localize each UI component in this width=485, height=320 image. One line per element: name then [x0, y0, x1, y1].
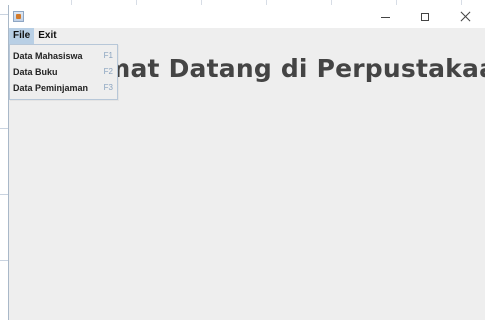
- menu-item-data-buku[interactable]: Data Buku F2: [10, 64, 117, 80]
- title-bar[interactable]: [9, 5, 485, 28]
- menu-item-data-peminjaman[interactable]: Data Peminjaman F3: [10, 80, 117, 96]
- menu-bar: File Exit: [9, 28, 485, 44]
- menu-item-shortcut: F3: [103, 83, 113, 92]
- desktop-background: File Exit Selamat Datang di Perpustakaan…: [0, 0, 485, 320]
- java-app-icon: [13, 11, 24, 22]
- menu-item-shortcut: F1: [103, 51, 113, 60]
- menu-item-label: Data Buku: [13, 67, 58, 77]
- menu-item-label: Data Mahasiswa: [13, 51, 83, 61]
- close-button[interactable]: [445, 5, 485, 28]
- minimize-button[interactable]: [365, 5, 405, 28]
- menu-file[interactable]: File: [9, 28, 35, 44]
- maximize-icon: [421, 12, 429, 21]
- application-window: File Exit Selamat Datang di Perpustakaan…: [8, 5, 485, 320]
- maximize-button[interactable]: [405, 5, 445, 28]
- menu-exit[interactable]: Exit: [34, 28, 60, 44]
- close-icon: [460, 11, 471, 22]
- menu-item-data-mahasiswa[interactable]: Data Mahasiswa F1: [10, 48, 117, 64]
- background-line: [0, 14, 8, 15]
- window-controls: [365, 5, 485, 28]
- background-line: [0, 194, 8, 195]
- background-line: [0, 128, 8, 129]
- background-line: [0, 260, 8, 261]
- menu-item-shortcut: F2: [103, 67, 113, 76]
- menu-item-label: Data Peminjaman: [13, 83, 89, 93]
- file-dropdown-menu: Data Mahasiswa F1 Data Buku F2 Data Pemi…: [9, 44, 118, 100]
- minimize-icon: [380, 16, 390, 18]
